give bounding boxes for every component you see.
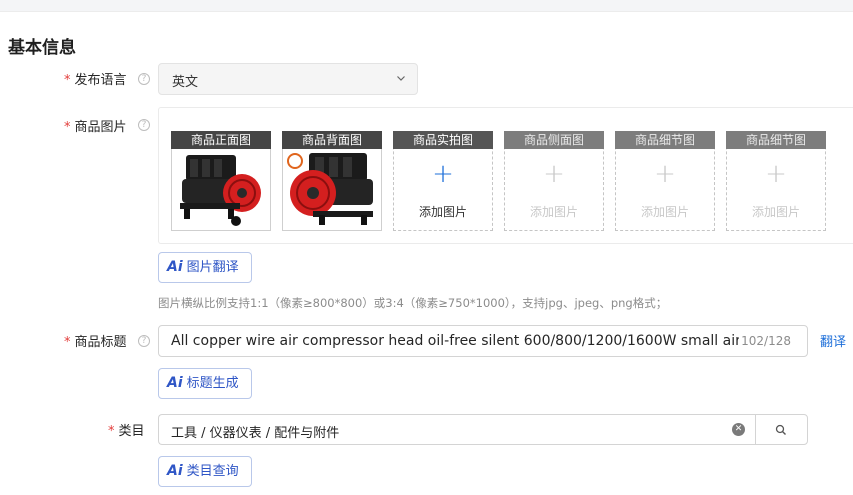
chevron-down-icon	[397, 76, 405, 81]
plus-icon: +	[654, 159, 676, 189]
ai-icon: Ai	[167, 259, 183, 275]
language-select[interactable]: 英文	[158, 63, 418, 95]
category-search-button[interactable]	[755, 414, 808, 445]
add-image-label: 添加图片	[418, 205, 467, 219]
title-input[interactable]: All copper wire air compressor head oil-…	[158, 325, 808, 357]
add-image-label: 添加图片	[640, 205, 689, 219]
plus-icon: +	[543, 159, 565, 189]
title-translate-link[interactable]: 翻译	[820, 331, 846, 350]
language-select-value: 英文	[172, 75, 199, 90]
slot-title: 商品侧面图	[504, 131, 604, 149]
top-toolbar-strip	[0, 0, 853, 12]
slot-title: 商品细节图	[726, 131, 826, 149]
image-slot-front[interactable]: 商品正面图	[171, 131, 271, 231]
title-generate-button[interactable]: Ai 标题生成	[158, 368, 252, 399]
add-image-label: 添加图片	[529, 205, 578, 219]
slot-title: 商品正面图	[171, 131, 271, 149]
slot-title: 商品细节图	[615, 131, 715, 149]
image-slot-detail-2: 商品细节图 + 添加图片	[726, 131, 826, 231]
section-title: 基本信息	[8, 38, 76, 58]
required-mark: *	[64, 335, 71, 350]
required-mark: *	[108, 424, 115, 439]
image-translate-button[interactable]: Ai 图片翻译	[158, 252, 252, 283]
required-mark: *	[64, 120, 71, 135]
slot-title: 商品背面图	[282, 131, 382, 149]
question-circle-icon[interactable]: ?	[138, 119, 150, 131]
category-input[interactable]: 工具 / 仪器仪表 / 配件与附件 ✕	[158, 414, 755, 445]
search-icon	[775, 424, 786, 435]
slot-title: 商品实拍图	[393, 131, 493, 149]
images-label: * 商品图片	[64, 120, 127, 135]
title-input-value: All copper wire air compressor head oil-…	[171, 333, 739, 349]
plus-icon: +	[432, 159, 454, 189]
add-image-label: 添加图片	[751, 205, 800, 219]
ai-icon: Ai	[167, 375, 183, 391]
image-format-hint: 图片横纵比例支持1:1（像素≥800*800）或3:4（像素≥750*1000）…	[158, 296, 668, 310]
image-slot-actual[interactable]: 商品实拍图 + 添加图片	[393, 131, 493, 231]
title-label: * 商品标题	[64, 335, 127, 350]
language-label: * 发布语言	[64, 73, 127, 88]
category-query-button[interactable]: Ai 类目查询	[158, 456, 252, 487]
clear-circle-icon[interactable]: ✕	[732, 423, 745, 436]
image-slot-detail-1: 商品细节图 + 添加图片	[615, 131, 715, 231]
question-circle-icon[interactable]: ?	[138, 335, 150, 347]
plus-icon: +	[765, 159, 787, 189]
image-slot-side: 商品侧面图 + 添加图片	[504, 131, 604, 231]
category-input-value: 工具 / 仪器仪表 / 配件与附件	[171, 426, 340, 441]
question-circle-icon[interactable]: ?	[138, 73, 150, 85]
product-thumbnail[interactable]	[283, 149, 381, 230]
product-thumbnail[interactable]	[172, 149, 270, 230]
title-char-count: 102/128	[741, 334, 791, 348]
ai-icon: Ai	[167, 463, 183, 479]
image-slot-back[interactable]: 商品背面图	[282, 131, 382, 231]
required-mark: *	[64, 73, 71, 88]
category-label: * 类目	[108, 424, 145, 439]
